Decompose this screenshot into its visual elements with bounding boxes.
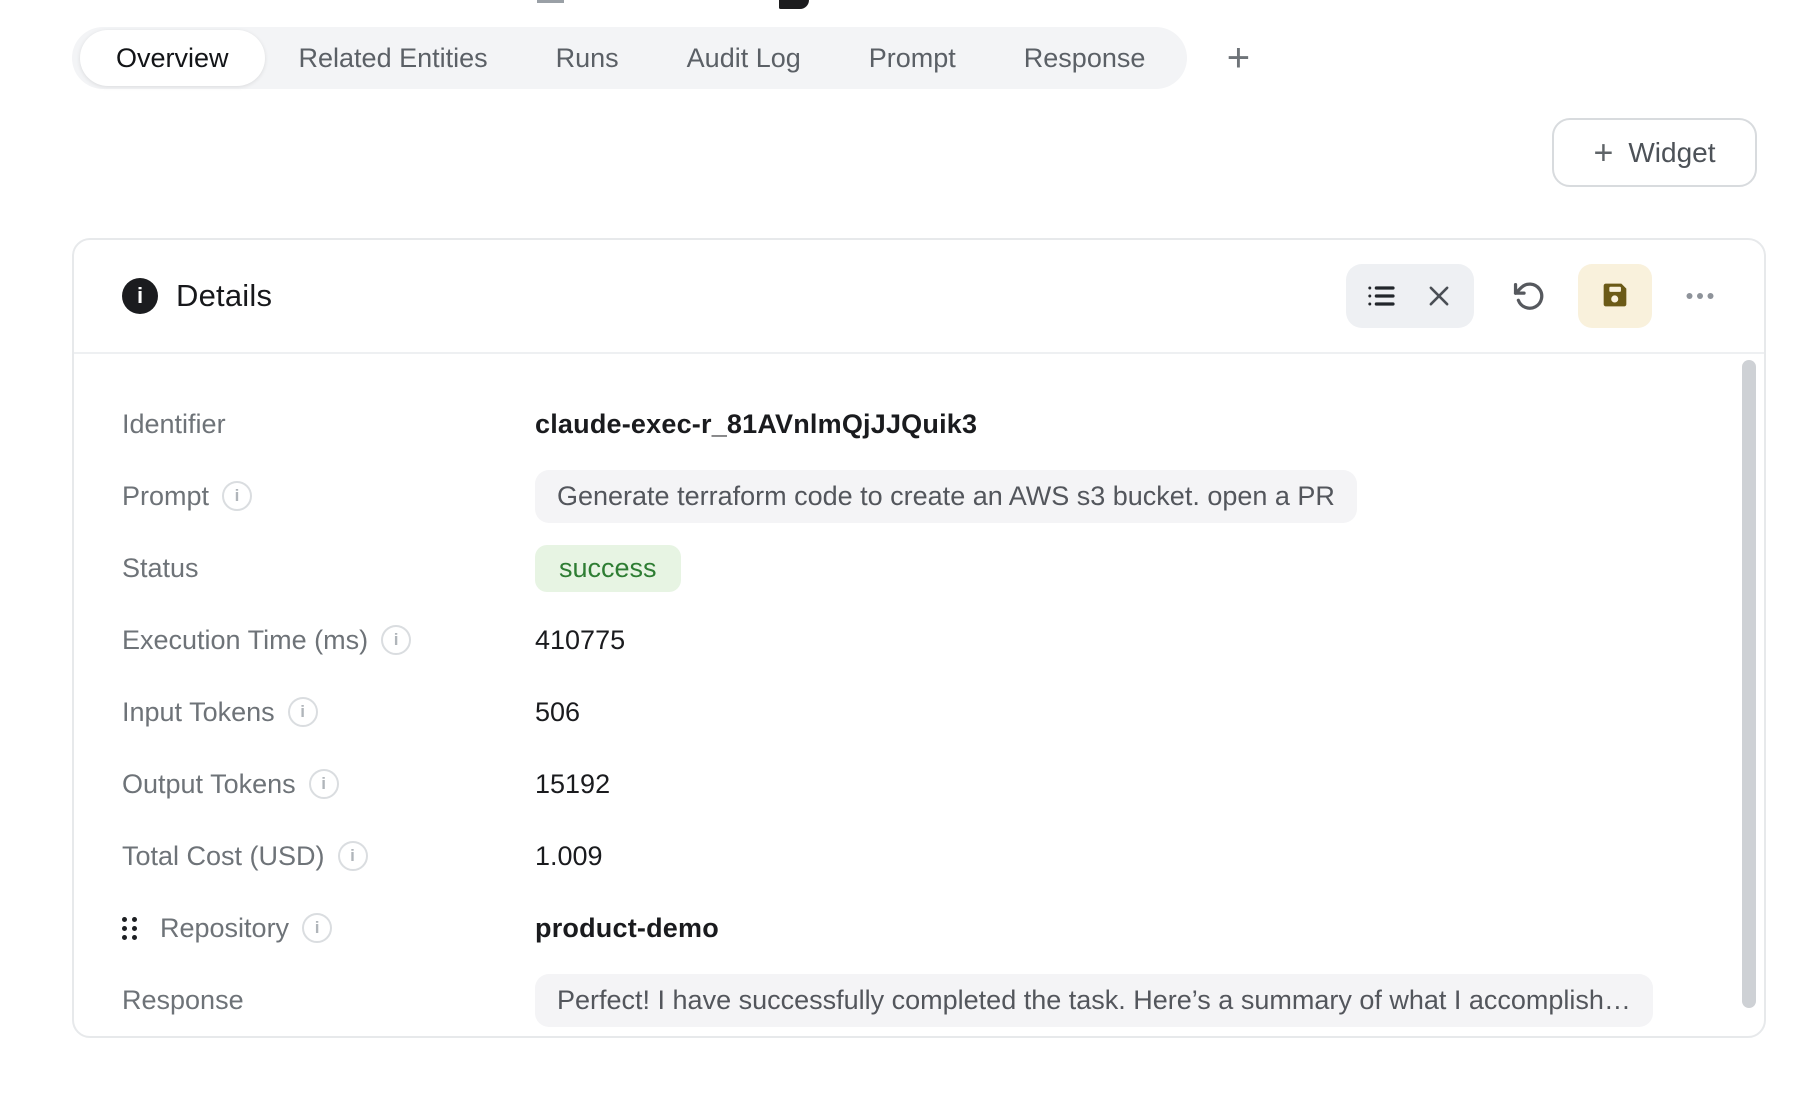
field-label-cell: Response: [122, 985, 535, 1016]
tab-strip: Overview Related Entities Runs Audit Log…: [72, 27, 1263, 89]
field-label-cell: Execution Time (ms) i: [122, 625, 535, 656]
field-label-cell: Identifier: [122, 409, 535, 440]
undo-icon: [1512, 279, 1546, 313]
field-value-identifier: claude-exec-r_81AVnlmQjJJQuik3: [535, 409, 977, 440]
field-label-cell: Total Cost (USD) i: [122, 841, 535, 872]
close-button[interactable]: [1412, 269, 1466, 323]
close-icon: [1425, 282, 1453, 310]
drag-handle-icon[interactable]: [122, 917, 137, 940]
field-value-execution-time: 410775: [535, 625, 625, 656]
field-value-output-tokens: 15192: [535, 769, 610, 800]
field-row-status: Status success: [122, 532, 1716, 604]
details-field-list: Identifier claude-exec-r_81AVnlmQjJJQuik…: [74, 354, 1764, 1036]
field-label: Execution Time (ms): [122, 625, 368, 656]
field-label-cell: Status: [122, 553, 535, 584]
card-title-group: i Details: [122, 278, 272, 314]
field-row-execution-time: Execution Time (ms) i 410775: [122, 604, 1716, 676]
field-value-response: Perfect! I have successfully completed t…: [535, 974, 1653, 1027]
details-card: i Details: [72, 238, 1766, 1038]
cropped-heading-fragment: [537, 0, 564, 3]
field-value-repository: product-demo: [535, 913, 719, 944]
page: { "tabs": { "active_index": 0, "items": …: [0, 0, 1806, 1112]
info-outline-icon[interactable]: i: [381, 625, 411, 655]
card-header-actions: [1346, 264, 1730, 328]
field-label: Output Tokens: [122, 769, 296, 800]
more-button[interactable]: [1670, 269, 1730, 323]
field-label: Response: [122, 985, 244, 1016]
save-button[interactable]: [1578, 264, 1652, 328]
tab-audit-log[interactable]: Audit Log: [653, 27, 835, 89]
field-row-repository: Repository i product-demo: [122, 892, 1716, 964]
card-title: Details: [176, 278, 272, 314]
add-widget-label: Widget: [1628, 137, 1715, 169]
field-value-prompt: Generate terraform code to create an AWS…: [535, 470, 1357, 523]
field-row-identifier: Identifier claude-exec-r_81AVnlmQjJJQuik…: [122, 388, 1716, 460]
field-label-cell: Prompt i: [122, 481, 535, 512]
info-outline-icon[interactable]: i: [288, 697, 318, 727]
undo-button[interactable]: [1502, 269, 1556, 323]
field-label-cell: Repository i: [122, 913, 535, 944]
field-row-total-cost: Total Cost (USD) i 1.009: [122, 820, 1716, 892]
field-label-cell: Output Tokens i: [122, 769, 535, 800]
tab-runs[interactable]: Runs: [522, 27, 653, 89]
details-card-header: i Details: [74, 240, 1764, 354]
field-label: Identifier: [122, 409, 226, 440]
view-toggle-group: [1346, 264, 1474, 328]
cropped-heading-fragment: [779, 0, 809, 9]
tab-prompt[interactable]: Prompt: [835, 27, 990, 89]
add-tab-button[interactable]: +: [1213, 27, 1263, 89]
list-icon: [1365, 280, 1397, 312]
card-scrollbar[interactable]: [1742, 360, 1756, 1008]
field-label: Repository: [160, 913, 289, 944]
add-widget-button[interactable]: + Widget: [1552, 118, 1757, 187]
field-row-output-tokens: Output Tokens i 15192: [122, 748, 1716, 820]
field-value-total-cost: 1.009: [535, 841, 603, 872]
tab-related-entities[interactable]: Related Entities: [265, 27, 522, 89]
field-row-input-tokens: Input Tokens i 506: [122, 676, 1716, 748]
tab-overview[interactable]: Overview: [80, 30, 265, 86]
info-outline-icon[interactable]: i: [309, 769, 339, 799]
info-filled-icon: i: [122, 278, 158, 314]
save-icon: [1598, 278, 1632, 315]
plus-icon: +: [1593, 136, 1613, 170]
field-row-prompt: Prompt i Generate terraform code to crea…: [122, 460, 1716, 532]
plus-icon: +: [1227, 36, 1250, 81]
field-label-cell: Input Tokens i: [122, 697, 535, 728]
field-value-input-tokens: 506: [535, 697, 580, 728]
field-label: Total Cost (USD): [122, 841, 325, 872]
field-row-response: Response Perfect! I have successfully co…: [122, 964, 1716, 1036]
list-view-button[interactable]: [1354, 269, 1408, 323]
tab-response[interactable]: Response: [990, 27, 1180, 89]
field-label: Prompt: [122, 481, 209, 512]
status-badge: success: [535, 545, 681, 592]
info-outline-icon[interactable]: i: [222, 481, 252, 511]
field-label: Input Tokens: [122, 697, 275, 728]
info-outline-icon[interactable]: i: [338, 841, 368, 871]
tab-bar: Overview Related Entities Runs Audit Log…: [72, 27, 1187, 89]
ellipsis-icon: [1682, 278, 1718, 314]
field-label: Status: [122, 553, 199, 584]
info-outline-icon[interactable]: i: [302, 913, 332, 943]
